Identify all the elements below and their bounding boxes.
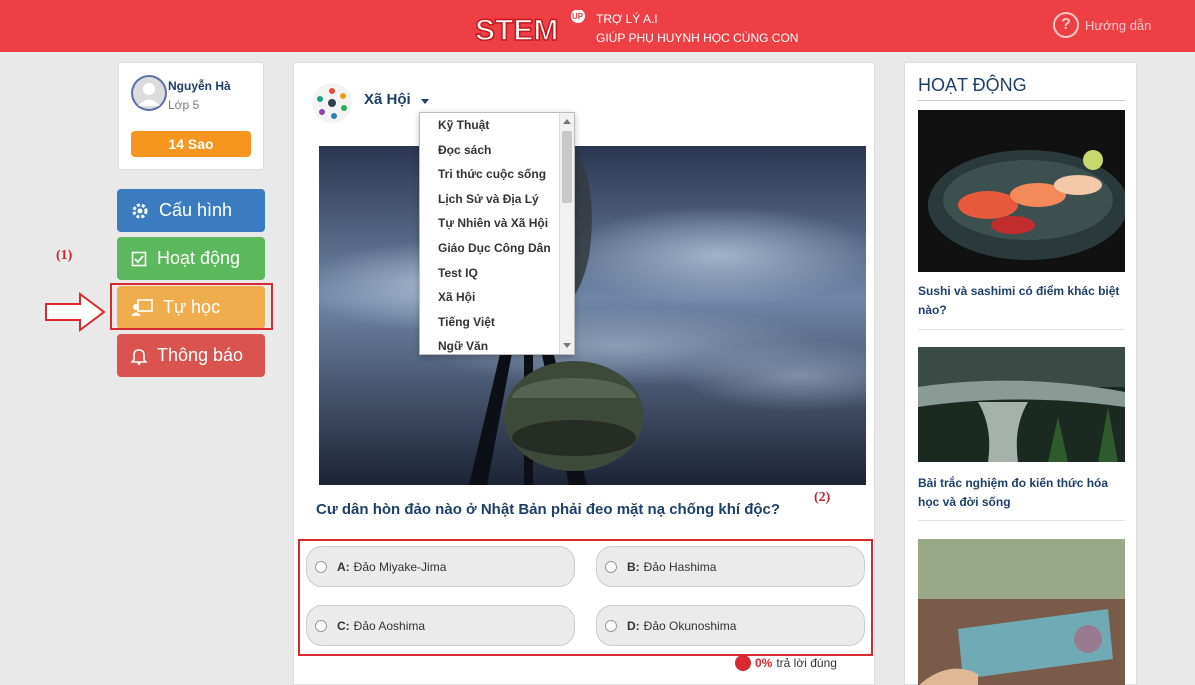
dropdown-option[interactable]: Tự Nhiên và Xã Hội — [420, 211, 574, 236]
dropdown-option[interactable]: Lịch Sử và Địa Lý — [420, 187, 574, 212]
subject-selected: Xã Hội — [364, 91, 411, 108]
top-header: STEM UP TRỢ LÝ A.I GIÚP PHỤ HUYNH HỌC CÙ… — [0, 0, 1195, 52]
news-title[interactable]: Bài trắc nghiệm đo kiến thức hóa học và … — [918, 474, 1125, 512]
dropdown-option[interactable]: Tiếng Việt — [420, 310, 574, 335]
question-circle-icon: ? — [1053, 12, 1079, 38]
answer-letter: C: — [337, 618, 350, 633]
tagline-line2: GIÚP PHỤ HUYNH HỌC CÙNG CON — [596, 31, 799, 45]
news-divider — [918, 520, 1125, 521]
notify-label: Thông báo — [157, 345, 244, 365]
answer-option-d[interactable]: D: Đảo Okunoshima — [596, 605, 865, 646]
smile-icon — [735, 655, 751, 671]
money-photo — [918, 539, 1125, 685]
user-name: Nguyễn Hà — [168, 79, 231, 93]
scroll-down-icon[interactable] — [563, 343, 571, 348]
radio-icon[interactable] — [315, 619, 327, 632]
activity-button[interactable]: Hoạt động — [117, 237, 265, 280]
answer-option-c[interactable]: C: Đảo Aoshima — [306, 605, 575, 646]
answer-letter: D: — [627, 618, 640, 633]
stat-value: 0% — [755, 656, 773, 670]
avatar[interactable] — [131, 75, 167, 111]
subject-select[interactable]: Xã Hội — [364, 91, 429, 108]
stars-badge: 14 Sao — [131, 131, 251, 157]
notify-button[interactable]: Thông báo — [117, 334, 265, 377]
self-study-highlight — [110, 283, 273, 330]
right-arrow-icon — [45, 292, 106, 332]
news-image-money[interactable] — [918, 539, 1125, 685]
waterfall-photo — [918, 347, 1125, 462]
dropdown-option[interactable]: Đọc sách — [420, 138, 574, 163]
answer-text: Đảo Okunoshima — [643, 618, 737, 633]
answer-option-b[interactable]: B: Đảo Hashima — [596, 546, 865, 587]
help-label: Hướng dẫn — [1085, 17, 1152, 33]
gas-mask-photo — [319, 146, 866, 485]
activity-label: Hoạt động — [157, 248, 241, 268]
scroll-thumb[interactable] — [562, 131, 572, 203]
annotation-2: (2) — [814, 490, 831, 505]
profile-card: Nguyễn Hà Lớp 5 14 Sao — [118, 62, 264, 170]
news-image-chemistry[interactable] — [918, 347, 1125, 462]
radio-icon[interactable] — [605, 619, 617, 632]
gear-icon — [132, 203, 148, 218]
activity-panel: HOẠT ĐỘNG Sushi và sashimi có điểm khác … — [904, 62, 1137, 685]
answer-letter: B: — [627, 559, 640, 574]
activity-title: HOẠT ĐỘNG — [918, 75, 1125, 101]
chevron-down-icon — [420, 99, 429, 104]
checkbox-icon — [131, 251, 147, 266]
subject-icon — [312, 83, 352, 123]
config-button[interactable]: Cấu hình — [117, 189, 265, 232]
answer-letter: A: — [337, 559, 350, 574]
dropdown-option[interactable]: Ngữ Văn — [420, 334, 574, 354]
answer-text: Đảo Miyake-Jima — [353, 559, 447, 574]
stat-text: trả lời đúng — [776, 656, 837, 670]
dropdown-option[interactable]: Test IQ — [420, 261, 574, 286]
dropdown-option[interactable]: Tri thức cuộc sống — [420, 162, 574, 187]
tagline: TRỢ LÝ A.I GIÚP PHỤ HUYNH HỌC CÙNG CON — [596, 10, 798, 48]
annotation-1: (1) — [56, 248, 73, 263]
answers-highlight: A: Đảo Miyake-Jima B: Đảo Hashima C: Đảo… — [298, 539, 873, 656]
radio-icon[interactable] — [315, 560, 327, 573]
dropdown-option[interactable]: Kỹ Thuật — [420, 113, 574, 138]
config-label: Cấu hình — [159, 200, 233, 220]
people-circle-icon — [317, 88, 347, 119]
dropdown-option[interactable]: Xã Hội — [420, 285, 574, 310]
question-text: Cư dân hòn đảo nào ở Nhật Bản phải đeo m… — [316, 501, 781, 518]
answer-text: Đảo Hashima — [643, 559, 717, 574]
subject-dropdown[interactable]: Kỹ Thuật Đọc sách Tri thức cuộc sống Lịc… — [419, 112, 575, 355]
user-class: Lớp 5 — [168, 98, 200, 112]
bell-icon — [131, 348, 147, 365]
news-divider — [918, 329, 1125, 330]
answer-text: Đảo Aoshima — [353, 618, 426, 633]
radio-icon[interactable] — [605, 560, 617, 573]
help-link[interactable]: ? Hướng dẫn — [1053, 12, 1151, 38]
logo-badge: UP — [572, 12, 584, 21]
stem-logo[interactable]: STEM UP — [475, 10, 587, 46]
question-image — [319, 146, 866, 485]
answer-option-a[interactable]: A: Đảo Miyake-Jima — [306, 546, 575, 587]
dropdown-option[interactable]: Giáo Dục Công Dân — [420, 236, 574, 261]
logo-text: STEM — [475, 14, 558, 46]
news-image-sushi[interactable] — [918, 110, 1125, 272]
sushi-photo — [918, 110, 1125, 272]
tagline-line1: TRỢ LÝ A.I — [596, 12, 658, 26]
news-title[interactable]: Sushi và sashimi có điểm khác biệt nào? — [918, 282, 1125, 320]
scroll-up-icon[interactable] — [563, 119, 571, 124]
user-avatar-icon — [133, 77, 165, 109]
answer-stat: 0% trả lời đúng — [735, 655, 837, 671]
quiz-card: Xã Hội Kỹ Thuật Đọc sách Tri thức cuộc s… — [293, 62, 875, 685]
dropdown-scrollbar[interactable] — [559, 113, 574, 354]
